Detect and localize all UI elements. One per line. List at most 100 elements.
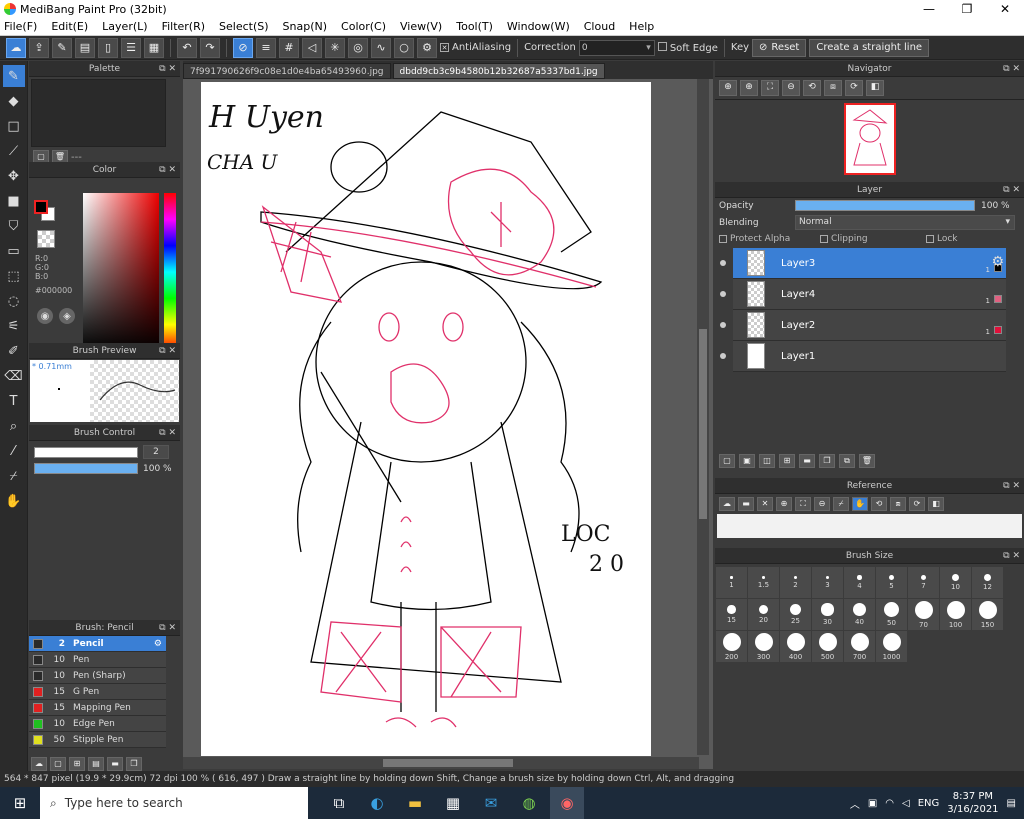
menu-select[interactable]: Select(S) — [219, 20, 269, 33]
cloud-brush-icon[interactable]: ☁ — [31, 757, 47, 771]
curve-snap-icon[interactable]: ∿ — [371, 37, 391, 58]
perspective-snap-icon[interactable]: ◁ — [302, 37, 322, 58]
saturation-value-picker[interactable] — [83, 193, 159, 351]
antialiasing-checkbox[interactable]: ✕ — [440, 43, 449, 52]
brush-size-value[interactable]: 2 — [143, 445, 169, 459]
select-pen-tool-icon[interactable]: ✐ — [3, 340, 25, 362]
comment-icon[interactable]: ✎ — [52, 37, 72, 58]
gradation-tool-icon[interactable]: ▭ — [3, 240, 25, 262]
menu-cloud[interactable]: Cloud — [584, 20, 615, 33]
hue-slider[interactable] — [164, 193, 176, 351]
brush-size-option[interactable]: 70 — [908, 599, 939, 630]
menu-view[interactable]: View(V) — [400, 20, 442, 33]
brush-list-item[interactable]: 2 Pencil ⚙ — [29, 636, 166, 652]
clipping-box[interactable] — [820, 235, 828, 243]
layer-settings-gear-icon[interactable]: ⚙ — [991, 254, 1004, 270]
fill-rect-tool-icon[interactable]: ■ — [3, 190, 25, 212]
rotate-reset-icon[interactable]: ⟳ — [909, 497, 925, 511]
menu-edit[interactable]: Edit(E) — [51, 20, 88, 33]
menu-snap[interactable]: Snap(N) — [283, 20, 328, 33]
new-brush-icon[interactable]: ▢ — [50, 757, 66, 771]
page-icon[interactable]: ▯ — [98, 37, 118, 58]
tab-document-1[interactable]: 7f991790626f9c08e1d0e4ba65493960.jpg — [183, 63, 391, 79]
brush-size-option[interactable]: 500 — [812, 631, 843, 662]
layer-item[interactable]: Layer4 1 — [720, 279, 1006, 310]
panel-controls[interactable]: ⧉ ✕ — [159, 620, 176, 636]
brush-size-option[interactable]: 7 — [908, 567, 939, 598]
brush-list-item[interactable]: 10 Pen — [29, 652, 166, 668]
redo-icon[interactable]: ↷ — [200, 37, 220, 58]
visibility-eye-icon[interactable] — [720, 291, 726, 297]
panel-controls[interactable]: ⧉ ✕ — [159, 425, 176, 441]
snap-settings-icon[interactable]: ⚙ — [417, 37, 437, 58]
flip-icon[interactable]: ◧ — [928, 497, 944, 511]
navigator-thumbnail[interactable] — [843, 103, 896, 175]
protect-alpha-box[interactable] — [719, 235, 727, 243]
store-icon[interactable]: ▦ — [436, 787, 470, 819]
new-8bit-layer-icon[interactable]: ◫ — [759, 454, 775, 468]
maximize-button[interactable]: ❐ — [948, 2, 986, 16]
tray-display-icon[interactable]: ▣ — [868, 798, 877, 809]
cloud-sync-icon[interactable]: ☁ — [6, 37, 26, 58]
brush-size-option[interactable]: 10 — [940, 567, 971, 598]
soft-edge-toggle[interactable]: Soft Edge — [657, 41, 718, 54]
brush-size-option[interactable]: 200 — [716, 631, 747, 662]
minimize-button[interactable]: — — [910, 2, 948, 16]
close-button[interactable]: ✕ — [986, 2, 1024, 16]
divide-tool-icon[interactable]: ⁄ — [3, 440, 25, 462]
duplicate-layer-icon[interactable]: ❐ — [819, 454, 835, 468]
eyedropper-tool-icon[interactable]: ⌿ — [3, 465, 25, 487]
delete-layer-icon[interactable]: 🗑 — [859, 454, 875, 468]
file-explorer-icon[interactable]: ▬ — [398, 787, 432, 819]
rotate-reset-icon[interactable]: ⟳ — [845, 80, 863, 96]
brush-size-slider[interactable] — [34, 446, 138, 458]
vertical-scroll-thumb[interactable] — [699, 329, 707, 519]
list-icon[interactable]: ☰ — [121, 37, 141, 58]
radial-snap-icon[interactable]: ✳ — [325, 37, 345, 58]
fit-icon[interactable]: ⛶ — [761, 80, 779, 96]
open-folder-icon[interactable]: ▬ — [738, 497, 754, 511]
brush-size-option[interactable]: 400 — [780, 631, 811, 662]
grid-icon[interactable]: ▦ — [144, 37, 164, 58]
panel-controls[interactable]: ⧉ ✕ — [159, 343, 176, 359]
zoom-out-icon[interactable]: ⊖ — [782, 80, 800, 96]
brush-size-option[interactable]: 30 — [812, 599, 843, 630]
windows-start-icon[interactable]: ⊞ — [0, 787, 40, 819]
layer-opacity-slider[interactable] — [795, 200, 975, 211]
menu-window[interactable]: Window(W) — [507, 20, 570, 33]
new-layer-icon[interactable]: ▢ — [719, 454, 735, 468]
panel-controls[interactable]: ⧉ ✕ — [1003, 478, 1020, 494]
foreground-color-swatch[interactable] — [34, 200, 48, 214]
transparent-color-swatch[interactable] — [37, 230, 55, 248]
create-straight-line-button[interactable]: Create a straight line — [809, 38, 930, 57]
close-reference-icon[interactable]: ✕ — [757, 497, 773, 511]
menu-filter[interactable]: Filter(R) — [162, 20, 205, 33]
brush-size-option[interactable]: 1.5 — [748, 567, 779, 598]
lock-checkbox[interactable]: Lock — [926, 234, 958, 244]
clipping-checkbox[interactable]: Clipping — [820, 234, 920, 244]
hand-tool-icon[interactable]: ✋ — [3, 490, 25, 512]
cloud-upload-icon[interactable]: ☁ — [719, 497, 735, 511]
panel-controls[interactable]: ⧉ ✕ — [1003, 182, 1020, 198]
visibility-eye-icon[interactable] — [720, 322, 726, 328]
language-indicator[interactable]: ENG — [918, 798, 940, 809]
brush-size-option[interactable]: 12 — [972, 567, 1003, 598]
brush-size-option[interactable]: 700 — [844, 631, 875, 662]
brush-size-option[interactable]: 20 — [748, 599, 779, 630]
panel-controls[interactable]: ⧉ ✕ — [1003, 548, 1020, 564]
new-halftone-layer-icon[interactable]: ▣ — [739, 454, 755, 468]
flip-icon[interactable]: ◧ — [866, 80, 884, 96]
layer-item[interactable]: Layer2 1 — [720, 310, 1006, 341]
rotate-icon[interactable]: ⟲ — [803, 80, 821, 96]
antialiasing-toggle[interactable]: ✕ AntiAliasing — [440, 42, 511, 53]
brush-size-option[interactable]: 15 — [716, 599, 747, 630]
layer-folder-icon[interactable]: ▬ — [799, 454, 815, 468]
eraser-tool-icon[interactable]: ◆ — [3, 90, 25, 112]
lock-box[interactable] — [926, 235, 934, 243]
brush-size-option[interactable]: 25 — [780, 599, 811, 630]
task-view-icon[interactable]: ⧉ — [322, 787, 356, 819]
brush-size-option[interactable]: 50 — [876, 599, 907, 630]
soft-edge-checkbox[interactable] — [657, 41, 667, 51]
layer-item[interactable]: Layer3 1 ⚙ — [720, 248, 1006, 279]
brush-size-option[interactable]: 1 — [716, 567, 747, 598]
